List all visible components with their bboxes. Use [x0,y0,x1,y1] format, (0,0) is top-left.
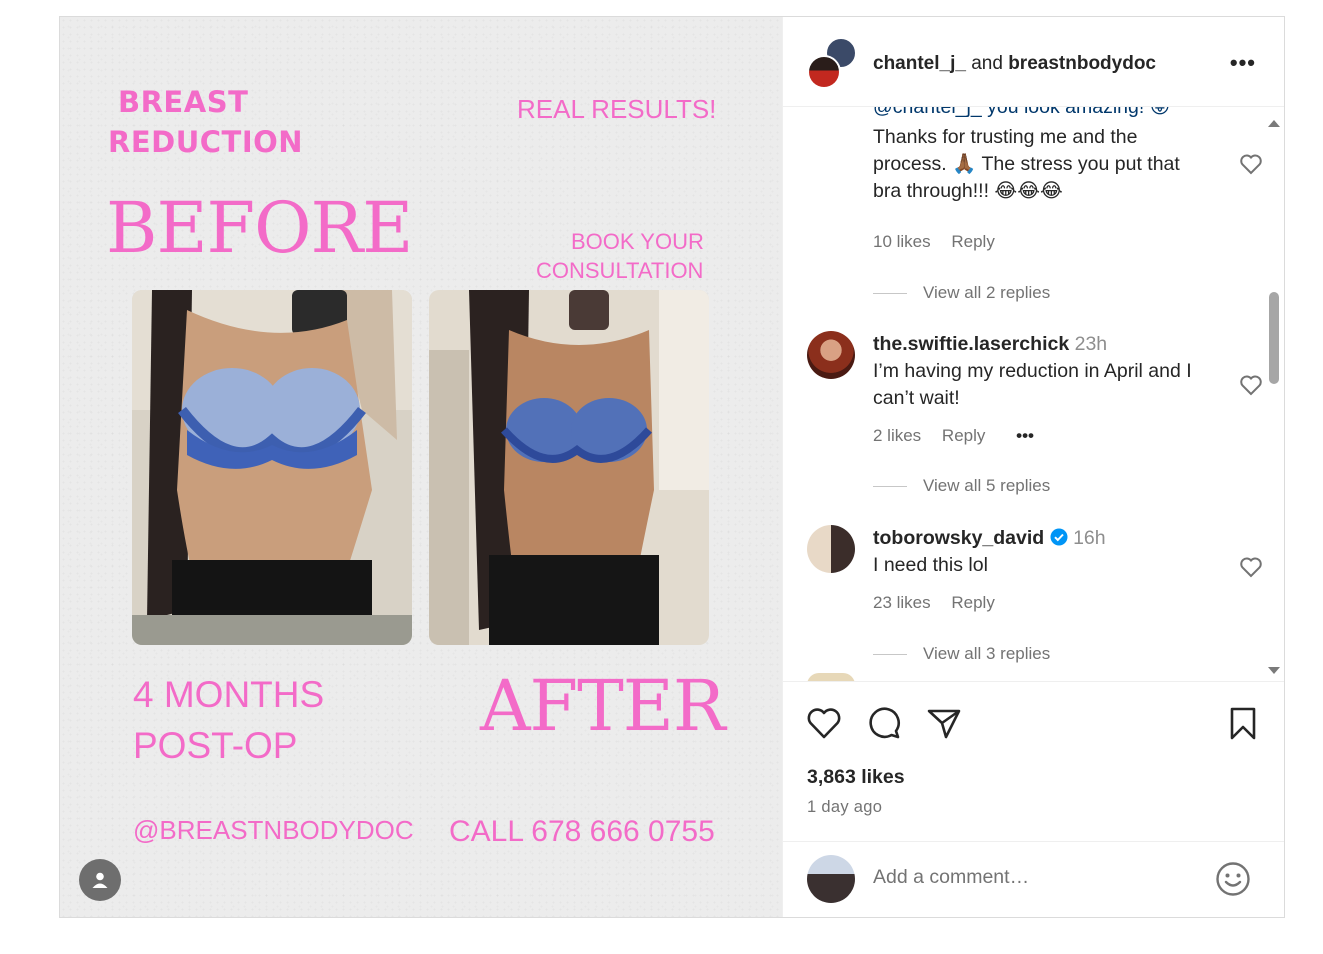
comment-text: I’m having my reduction in April and I c… [873,360,1192,409]
after-photo [429,290,709,645]
post-timestamp: 1 day ago [807,798,883,816]
avatar [807,855,855,903]
comment-username[interactable]: the.swiftie.laserchick [873,333,1069,355]
comment-body: the.swiftie.laserchick 23h I’m having my… [873,331,1213,412]
more-options-icon[interactable]: ••• [1230,50,1256,76]
comment-likes[interactable]: 2 likes [873,426,921,445]
post-likes-count[interactable]: 3,863 likes [807,766,905,789]
comment-partial-line: @chantel_j_ you look amazing! 😜 [873,107,1171,118]
comments-scrollbar[interactable] [1267,117,1281,677]
comment-meta: 2 likes Reply ••• [873,426,1050,446]
post-image[interactable]: BREAST REDUCTION REAL RESULTS! BEFORE BO… [60,17,782,917]
like-comment-icon[interactable] [1239,556,1263,578]
header-user-1[interactable]: chantel_j_ [873,53,966,74]
book-line-2: CONSULTATION [536,258,704,283]
comment-likes[interactable]: 10 likes [873,232,931,251]
like-comment-icon[interactable] [1239,153,1263,175]
comment-username[interactable]: toborowsky_david [873,527,1044,549]
comment-input[interactable] [873,866,1193,889]
phone-text: CALL 678 666 0755 [449,815,715,848]
avatar[interactable] [807,525,855,573]
reply-button[interactable]: Reply [951,593,994,612]
comment-more-icon[interactable]: ••• [1016,426,1034,445]
months-line-1: 4 MONTHS [133,674,325,715]
user-icon [92,872,108,888]
scroll-down-arrow-icon[interactable] [1268,667,1280,674]
post-sidebar: chantel_j_ and breastnbodydoc ••• @chant… [782,17,1284,917]
tagged-users-button[interactable] [79,859,121,901]
avatar[interactable] [807,331,855,379]
after-label: AFTER [480,665,726,747]
title-line-2: REDUCTION [108,125,304,159]
header-and: and [971,53,1003,74]
before-label: BEFORE [106,187,413,269]
comment-time: 16h [1073,527,1106,549]
heart-icon[interactable] [805,704,843,742]
comment-body: toborowsky_david 16h I need this lol [873,525,1213,579]
post-header: chantel_j_ and breastnbodydoc ••• [783,17,1284,107]
scrollbar-thumb[interactable] [1269,292,1279,384]
post-modal: BREAST REDUCTION REAL RESULTS! BEFORE BO… [59,16,1285,918]
emoji-icon[interactable] [1214,860,1252,898]
view-replies-button[interactable]: View all 2 replies [873,283,1050,303]
header-user-2[interactable]: breastnbodydoc [1008,53,1156,74]
view-replies-button[interactable]: View all 5 replies [873,476,1050,496]
replies-line [873,292,907,294]
avatar [807,55,841,89]
book-line-1: BOOK YOUR [571,229,704,254]
replies-line [873,485,907,487]
add-comment-bar [783,841,1284,917]
comments-list: @chantel_j_ you look amazing! 😜 Thanks f… [783,107,1284,681]
next-comment-avatar [807,673,855,681]
like-comment-icon[interactable] [1239,374,1263,396]
before-photo [132,290,412,645]
replies-line [873,653,907,655]
handle-text: @BREASTNBODYDOC [133,815,414,845]
verified-badge-icon [1050,528,1068,546]
title-line-1: BREAST [118,85,249,119]
real-results-text: REAL RESULTS! [517,94,717,124]
collab-avatars[interactable] [807,37,857,89]
view-replies-button[interactable]: View all 3 replies [873,644,1050,664]
comment-time: 23h [1074,333,1108,355]
scroll-up-arrow-icon[interactable] [1268,120,1280,127]
header-usernames: chantel_j_ and breastnbodydoc [873,53,1156,75]
post-actions: 3,863 likes 1 day ago [783,681,1284,841]
save-bookmark-icon[interactable] [1224,704,1262,742]
comment-text: Thanks for trusting me and the process. … [873,126,1180,202]
share-icon[interactable] [925,704,963,742]
months-line-2: POST-OP [133,725,298,766]
comment-likes[interactable]: 23 likes [873,593,931,612]
comment-meta: 23 likes Reply [873,593,1011,613]
reply-button[interactable]: Reply [951,232,994,251]
comment-icon[interactable] [865,704,903,742]
comment-text: I need this lol [873,554,988,576]
comment-meta: 10 likes Reply [873,232,1011,252]
reply-button[interactable]: Reply [942,426,985,445]
